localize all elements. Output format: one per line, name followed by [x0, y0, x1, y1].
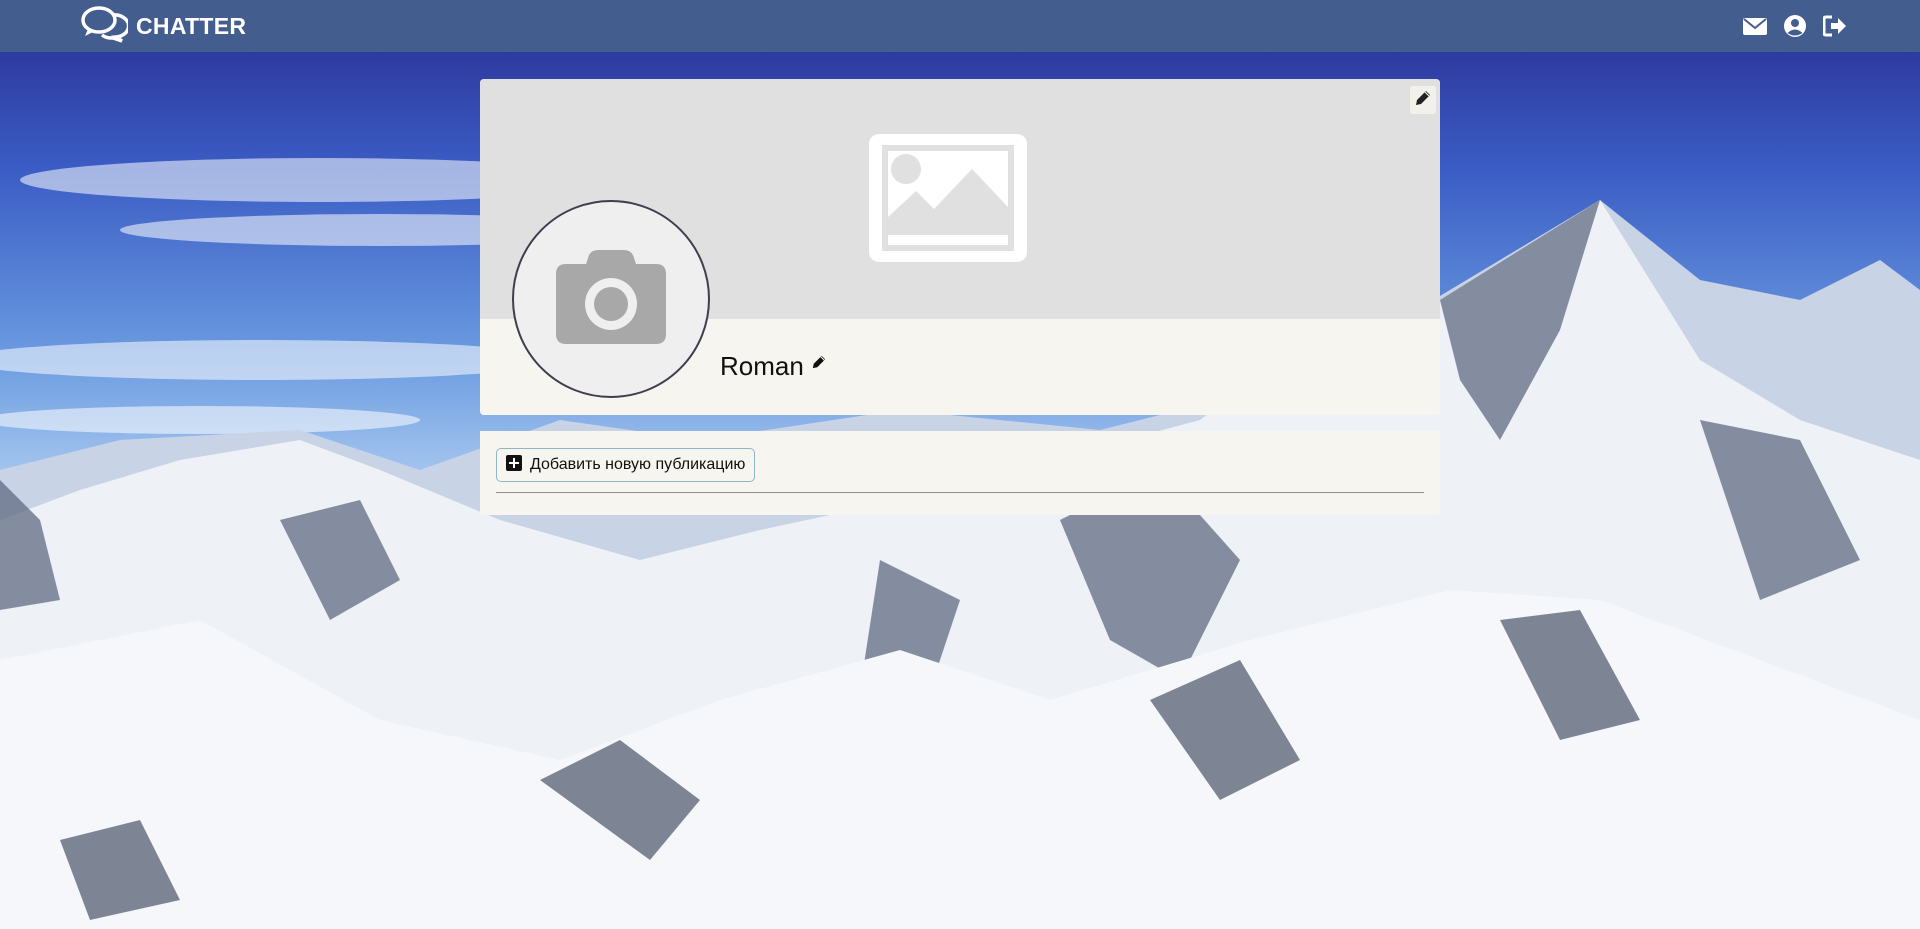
profile-card: Roman — [480, 79, 1440, 415]
posts-panel: Добавить новую публикацию — [480, 431, 1440, 515]
add-post-button[interactable]: Добавить новую публикацию — [496, 448, 756, 482]
edit-cover-button[interactable] — [1410, 86, 1436, 114]
sign-out-icon[interactable] — [1822, 13, 1848, 39]
username: Roman — [720, 351, 826, 382]
pencil-icon — [1415, 90, 1431, 111]
user-circle-icon[interactable] — [1782, 13, 1808, 39]
image-placeholder-icon — [866, 131, 1030, 270]
brand-name: CHATTER — [136, 12, 247, 39]
camera-icon — [554, 248, 668, 351]
divider — [496, 492, 1424, 493]
username-text: Roman — [720, 351, 804, 381]
nav-actions — [1742, 13, 1848, 39]
chat-bubbles-icon — [80, 5, 131, 48]
avatar[interactable] — [512, 200, 710, 398]
top-navbar: CHATTER — [0, 0, 1920, 52]
plus-square-icon — [506, 454, 522, 476]
add-post-label: Добавить новую публикацию — [530, 456, 746, 473]
edit-name-pencil-icon[interactable] — [812, 355, 826, 369]
envelope-icon[interactable] — [1742, 13, 1768, 39]
brand-link[interactable]: CHATTER — [80, 5, 247, 44]
